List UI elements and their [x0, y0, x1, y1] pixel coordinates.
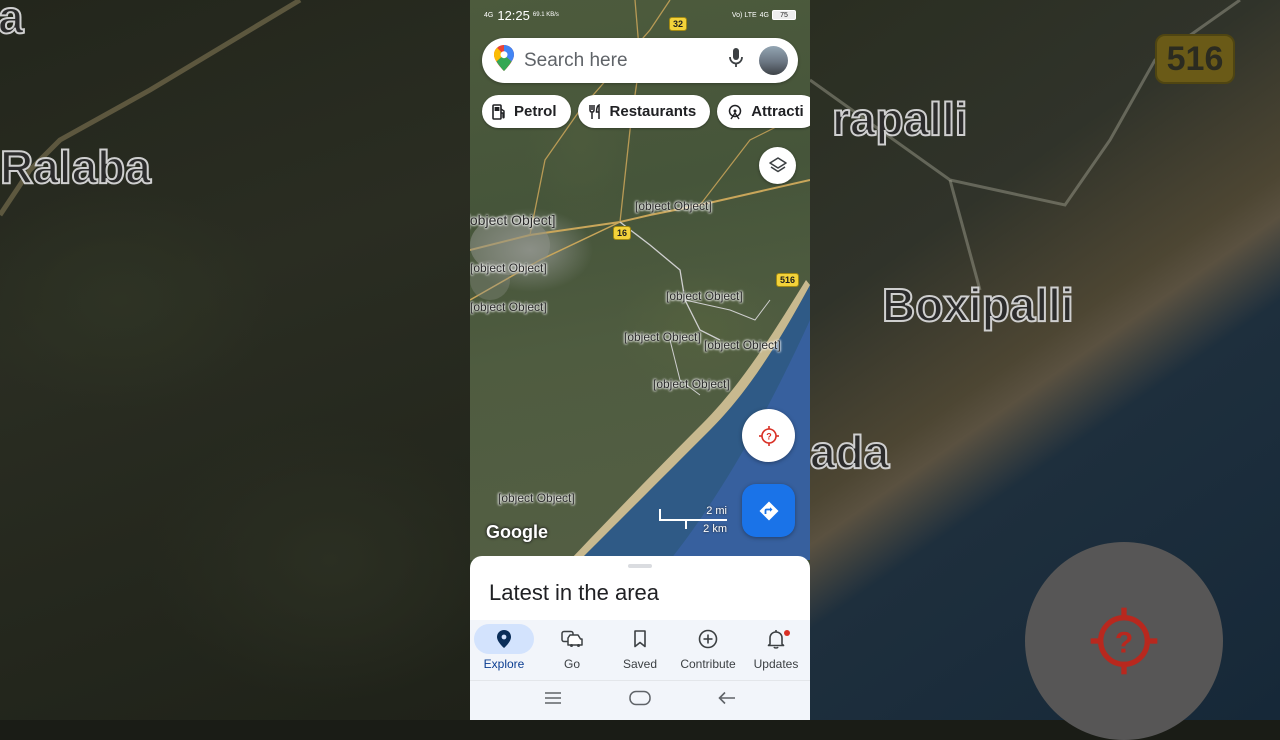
add-circle-icon [698, 629, 718, 649]
backdrop-roads [0, 0, 302, 217]
chip-petrol[interactable]: Petrol [482, 95, 571, 128]
map-place-label[interactable]: [object Object] [624, 330, 701, 344]
svg-text:?: ? [766, 431, 772, 441]
explore-pin-icon [497, 630, 511, 648]
directions-icon [759, 501, 778, 520]
backdrop-label: ada [810, 425, 890, 479]
map-place-label[interactable]: [object Object] [666, 289, 743, 303]
search-bar[interactable]: Search here [482, 38, 798, 83]
chip-label: Attracti [751, 103, 804, 120]
left-backdrop: a Ralaba [0, 0, 470, 720]
commute-car-icon [561, 630, 583, 647]
directions-button[interactable] [742, 484, 795, 537]
status-bar: 4G 12:25 69.1 KB/s Vo) LTE 4G 75 [470, 0, 810, 30]
route-shield: 16 [613, 226, 632, 240]
nav-explore[interactable]: Explore [470, 620, 538, 680]
chip-restaurants[interactable]: Restaurants [577, 95, 711, 128]
account-avatar[interactable] [759, 46, 788, 75]
scale-miles: 2 mi [706, 505, 727, 517]
scale-km: 2 km [703, 523, 727, 535]
sheet-drag-handle[interactable] [628, 564, 652, 568]
status-time: 12:25 [497, 7, 530, 23]
maps-pin-logo-icon [494, 45, 514, 76]
microphone-icon[interactable] [729, 48, 743, 73]
location-unknown-icon: ? [758, 425, 779, 446]
map-place-label[interactable]: [object Object] [653, 377, 730, 391]
bottom-navigation: Explore Go Saved Contribute Updates [470, 620, 810, 680]
search-input[interactable]: Search here [524, 50, 729, 72]
layers-button[interactable] [759, 147, 796, 184]
svg-text:?: ? [1115, 627, 1133, 660]
map-place-label[interactable]: [object Object] [704, 338, 781, 352]
route-shield: 516 [776, 273, 800, 287]
nav-label: Updates [753, 657, 799, 671]
chip-attractions[interactable]: Attracti [717, 95, 810, 128]
chip-label: Restaurants [609, 103, 697, 120]
backdrop-label: rapalli [831, 92, 969, 146]
map-place-label[interactable]: [object Object] [470, 261, 547, 275]
signal-indicator: 4G [759, 11, 769, 19]
map-terrain [470, 0, 810, 560]
nav-contribute[interactable]: Contribute [674, 620, 742, 680]
map-place-label[interactable]: [object Object] [498, 491, 575, 505]
backdrop-label: Ralaba [0, 140, 152, 194]
layers-icon [768, 156, 787, 172]
nav-saved[interactable]: Saved [606, 620, 674, 680]
back-icon[interactable] [718, 691, 736, 710]
nav-label: Go [563, 657, 580, 671]
home-icon[interactable] [629, 690, 651, 711]
fuel-icon [492, 103, 505, 120]
chip-label: Petrol [514, 103, 557, 120]
system-navigation-bar [470, 680, 810, 720]
map-place-label[interactable]: [object Object] [470, 212, 556, 228]
nav-go[interactable]: Go [538, 620, 606, 680]
backdrop-route-shield: 516 [1155, 34, 1235, 84]
bottom-sheet[interactable]: Latest in the area [470, 556, 810, 622]
restaurant-icon [588, 103, 600, 119]
network-indicator: 4G [484, 11, 494, 19]
carrier-indicator: Vo) LTE [731, 11, 757, 19]
my-location-button[interactable]: ? [742, 409, 795, 462]
recent-apps-icon[interactable] [544, 691, 562, 710]
backdrop-location-icon: ? [1025, 542, 1223, 740]
google-attribution: Google [486, 522, 548, 542]
nav-label: Saved [622, 657, 658, 671]
attractions-icon [728, 104, 742, 119]
battery-icon: 75 [772, 10, 796, 20]
phone-screen: [object Object] [object Object] [object … [470, 0, 810, 720]
network-speed: 69.1 KB/s [532, 11, 559, 18]
bookmark-icon [634, 630, 646, 648]
bell-icon [767, 630, 785, 649]
nav-label: Explore [483, 657, 525, 671]
nav-updates[interactable]: Updates [742, 620, 810, 680]
backdrop-label: Boxipalli [881, 278, 1075, 332]
nav-label: Contribute [680, 657, 736, 671]
notification-dot [784, 630, 790, 636]
sheet-title: Latest in the area [489, 580, 660, 605]
map-scale: 2 mi 2 km [659, 505, 729, 535]
map-view[interactable]: [object Object] [object Object] [object … [470, 0, 810, 560]
map-place-label[interactable]: [object Object] [635, 199, 712, 213]
backdrop-label: a [0, 0, 25, 44]
map-place-label[interactable]: [object Object] [470, 300, 547, 314]
category-chips: Petrol Restaurants Attracti [482, 95, 810, 128]
